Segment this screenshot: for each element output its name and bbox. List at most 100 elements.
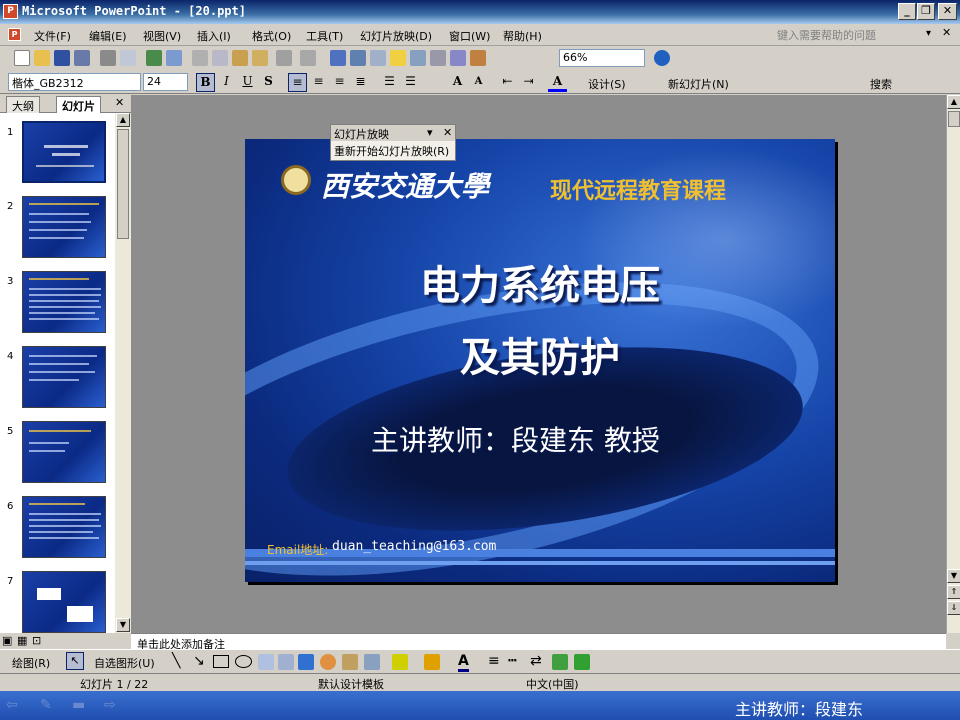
tab-outline[interactable]: 大纲 bbox=[6, 96, 40, 113]
zoom-select[interactable]: 66% bbox=[559, 49, 645, 67]
slide-thumbnail-2[interactable] bbox=[22, 196, 106, 258]
menu-help[interactable]: 帮助(H) bbox=[503, 28, 542, 44]
line-icon[interactable]: ╲ bbox=[172, 653, 180, 669]
popup-header[interactable]: 幻灯片放映 ▾ ✕ bbox=[331, 125, 455, 141]
dropdown-arrow-icon[interactable]: ▾ bbox=[427, 126, 433, 139]
editor-scrollbar[interactable]: ▲ ▼ ⇑ ⇓ bbox=[946, 95, 960, 633]
fill-color-icon[interactable] bbox=[392, 654, 408, 670]
autoshapes-menu[interactable]: 自选图形(U) bbox=[94, 655, 155, 671]
clipart-icon[interactable] bbox=[342, 654, 358, 670]
close-document-icon[interactable]: ✕ bbox=[942, 26, 951, 39]
back-icon[interactable]: ⇦ bbox=[6, 697, 18, 713]
dash-style-icon[interactable]: ┅ bbox=[508, 653, 516, 669]
tab-slides[interactable]: 幻灯片 bbox=[56, 96, 101, 113]
print-preview-icon[interactable] bbox=[120, 50, 136, 66]
save-icon[interactable] bbox=[54, 50, 70, 66]
scroll-thumb[interactable] bbox=[948, 111, 960, 127]
menu-slideshow[interactable]: 幻灯片放映(D) bbox=[360, 28, 432, 44]
print-icon[interactable] bbox=[100, 50, 116, 66]
slide-thumbnail-4[interactable] bbox=[22, 346, 106, 408]
restore-button[interactable]: ❐ bbox=[917, 3, 935, 20]
expand-all-icon[interactable] bbox=[410, 50, 426, 66]
increase-indent-icon[interactable]: ⇥ bbox=[519, 73, 538, 92]
minimize-button[interactable]: _ bbox=[898, 3, 916, 20]
pen-icon[interactable]: ✎ bbox=[40, 697, 52, 713]
vertical-textbox-icon[interactable] bbox=[278, 654, 294, 670]
oval-icon[interactable] bbox=[235, 655, 252, 668]
scroll-thumb[interactable] bbox=[117, 129, 129, 239]
normal-view-icon[interactable]: ▣ bbox=[2, 634, 12, 647]
format-painter-icon[interactable] bbox=[252, 50, 268, 66]
close-panel-icon[interactable]: ✕ bbox=[115, 96, 124, 109]
next-slide-icon[interactable]: ⇓ bbox=[947, 601, 960, 615]
decrease-indent-icon[interactable]: ⇤ bbox=[498, 73, 517, 92]
align-center-icon[interactable]: ≡ bbox=[309, 73, 328, 92]
insert-table-icon[interactable] bbox=[350, 50, 366, 66]
distributed-icon[interactable]: ≣ bbox=[351, 73, 370, 92]
slide-thumbnail-1[interactable] bbox=[21, 120, 107, 184]
menu-icon[interactable]: ▬ bbox=[72, 697, 85, 713]
font-size-select[interactable]: 24 bbox=[143, 73, 188, 91]
menu-window[interactable]: 窗口(W) bbox=[449, 28, 490, 44]
tables-borders-icon[interactable] bbox=[370, 50, 386, 66]
open-icon[interactable] bbox=[34, 50, 50, 66]
restart-slideshow-item[interactable]: 重新开始幻灯片放映(R) bbox=[331, 141, 455, 161]
slideshow-view-icon[interactable]: ⊡ bbox=[32, 634, 41, 647]
scroll-up-icon[interactable]: ▲ bbox=[947, 95, 960, 109]
help-icon[interactable] bbox=[654, 50, 670, 66]
slide-thumbnail-6[interactable] bbox=[22, 496, 106, 558]
menu-tools[interactable]: 工具(T) bbox=[306, 28, 343, 44]
textbox-icon[interactable] bbox=[258, 654, 274, 670]
draw-menu[interactable]: 绘图(R) bbox=[12, 655, 50, 671]
menu-file[interactable]: 文件(F) bbox=[34, 28, 71, 44]
paste-icon[interactable] bbox=[232, 50, 248, 66]
scroll-down-icon[interactable]: ▼ bbox=[116, 618, 130, 632]
show-formatting-icon[interactable] bbox=[430, 50, 446, 66]
menu-insert[interactable]: 插入(I) bbox=[197, 28, 231, 44]
increase-font-icon[interactable]: A bbox=[448, 73, 467, 92]
underline-button[interactable]: U bbox=[238, 73, 257, 92]
help-search-input[interactable]: 键入需要帮助的问题 bbox=[777, 26, 917, 43]
design-button[interactable]: 设计(S) bbox=[588, 76, 626, 92]
insert-diagram-icon[interactable] bbox=[390, 50, 406, 66]
rectangle-icon[interactable] bbox=[213, 655, 229, 668]
notes-pane[interactable]: 单击此处添加备注 bbox=[131, 633, 946, 651]
close-button[interactable]: ✕ bbox=[938, 3, 957, 20]
align-right-icon[interactable]: ≡ bbox=[330, 73, 349, 92]
scroll-down-icon[interactable]: ▼ bbox=[947, 569, 960, 583]
select-pointer-icon[interactable]: ↖ bbox=[66, 652, 84, 670]
3d-style-icon[interactable] bbox=[574, 654, 590, 670]
menu-edit[interactable]: 编辑(E) bbox=[89, 28, 127, 44]
bold-button[interactable]: B bbox=[196, 73, 215, 92]
decrease-font-icon[interactable]: A bbox=[469, 73, 488, 92]
bullets-icon[interactable]: ☰ bbox=[401, 73, 420, 92]
font-select[interactable]: 楷体_GB2312 bbox=[8, 73, 141, 91]
menu-format[interactable]: 格式(O) bbox=[252, 28, 291, 44]
cut-icon[interactable] bbox=[192, 50, 208, 66]
thumbnail-scrollbar[interactable]: ▲ ▼ bbox=[115, 113, 131, 635]
diagram-icon[interactable] bbox=[320, 654, 336, 670]
insert-chart-icon[interactable] bbox=[330, 50, 346, 66]
scroll-up-icon[interactable]: ▲ bbox=[116, 113, 130, 127]
sorter-view-icon[interactable]: ▦ bbox=[17, 634, 27, 647]
shadow-button[interactable]: S bbox=[259, 73, 278, 92]
slide-thumbnail-5[interactable] bbox=[22, 421, 106, 483]
numbering-icon[interactable]: ☰ bbox=[380, 73, 399, 92]
powerpoint-app-icon[interactable]: P bbox=[3, 4, 18, 19]
arrow-style-icon[interactable]: ⇄ bbox=[530, 653, 542, 669]
slide-thumbnail-7[interactable] bbox=[22, 571, 106, 633]
document-icon[interactable]: P bbox=[8, 28, 21, 41]
current-slide[interactable]: 西安交通大學 现代远程教育课程 电力系统电压 及其防护 主讲教师：段建东 教授 … bbox=[245, 139, 835, 582]
redo-icon[interactable] bbox=[300, 50, 316, 66]
text-color-icon[interactable]: A bbox=[458, 653, 469, 672]
font-color-icon[interactable]: A bbox=[548, 73, 567, 92]
align-left-icon[interactable]: ≡ bbox=[288, 73, 307, 92]
italic-button[interactable]: I bbox=[217, 73, 236, 92]
shadow-style-icon[interactable] bbox=[552, 654, 568, 670]
grid-icon[interactable] bbox=[450, 50, 466, 66]
spelling-icon[interactable] bbox=[146, 50, 162, 66]
research-icon[interactable] bbox=[166, 50, 182, 66]
new-icon[interactable] bbox=[14, 50, 30, 66]
forward-icon[interactable]: ⇨ bbox=[104, 697, 116, 713]
undo-icon[interactable] bbox=[276, 50, 292, 66]
